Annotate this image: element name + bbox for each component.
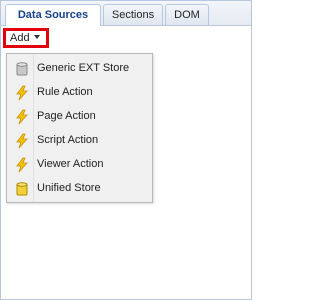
menu-item-script-action[interactable]: Script Action: [9, 130, 149, 152]
tab-dom[interactable]: DOM: [165, 4, 209, 25]
add-button[interactable]: Add: [3, 28, 49, 48]
store-grey-icon: [14, 61, 30, 77]
toolbar: Add: [1, 26, 251, 52]
chevron-down-icon: [33, 35, 40, 40]
menu-item-generic-ext-store[interactable]: Generic EXT Store: [9, 58, 149, 80]
menu-item-unified-store[interactable]: Unified Store: [9, 178, 149, 200]
menu-item-label: Generic EXT Store: [37, 62, 130, 74]
lightning-icon: [14, 85, 30, 101]
menu-item-page-action[interactable]: Page Action: [9, 106, 149, 128]
lightning-icon: [14, 109, 30, 125]
tab-sections[interactable]: Sections: [103, 4, 163, 25]
menu-item-label: Unified Store: [37, 182, 101, 194]
add-button-label: Add: [10, 32, 30, 44]
menu-item-label: Script Action: [37, 134, 99, 146]
lightning-icon: [14, 157, 30, 173]
menu-item-label: Viewer Action: [37, 158, 104, 170]
menu-item-label: Page Action: [37, 110, 96, 122]
menu-item-viewer-action[interactable]: Viewer Action: [9, 154, 149, 176]
tab-data-sources[interactable]: Data Sources: [5, 4, 101, 26]
store-yellow-icon: [14, 181, 30, 197]
menu-item-rule-action[interactable]: Rule Action: [9, 82, 149, 104]
add-dropdown-menu: Generic EXT Store Rule Action Page Actio…: [6, 53, 153, 203]
menu-item-label: Rule Action: [37, 86, 93, 98]
tab-bar: Data Sources Sections DOM: [1, 1, 251, 26]
lightning-icon: [14, 133, 30, 149]
